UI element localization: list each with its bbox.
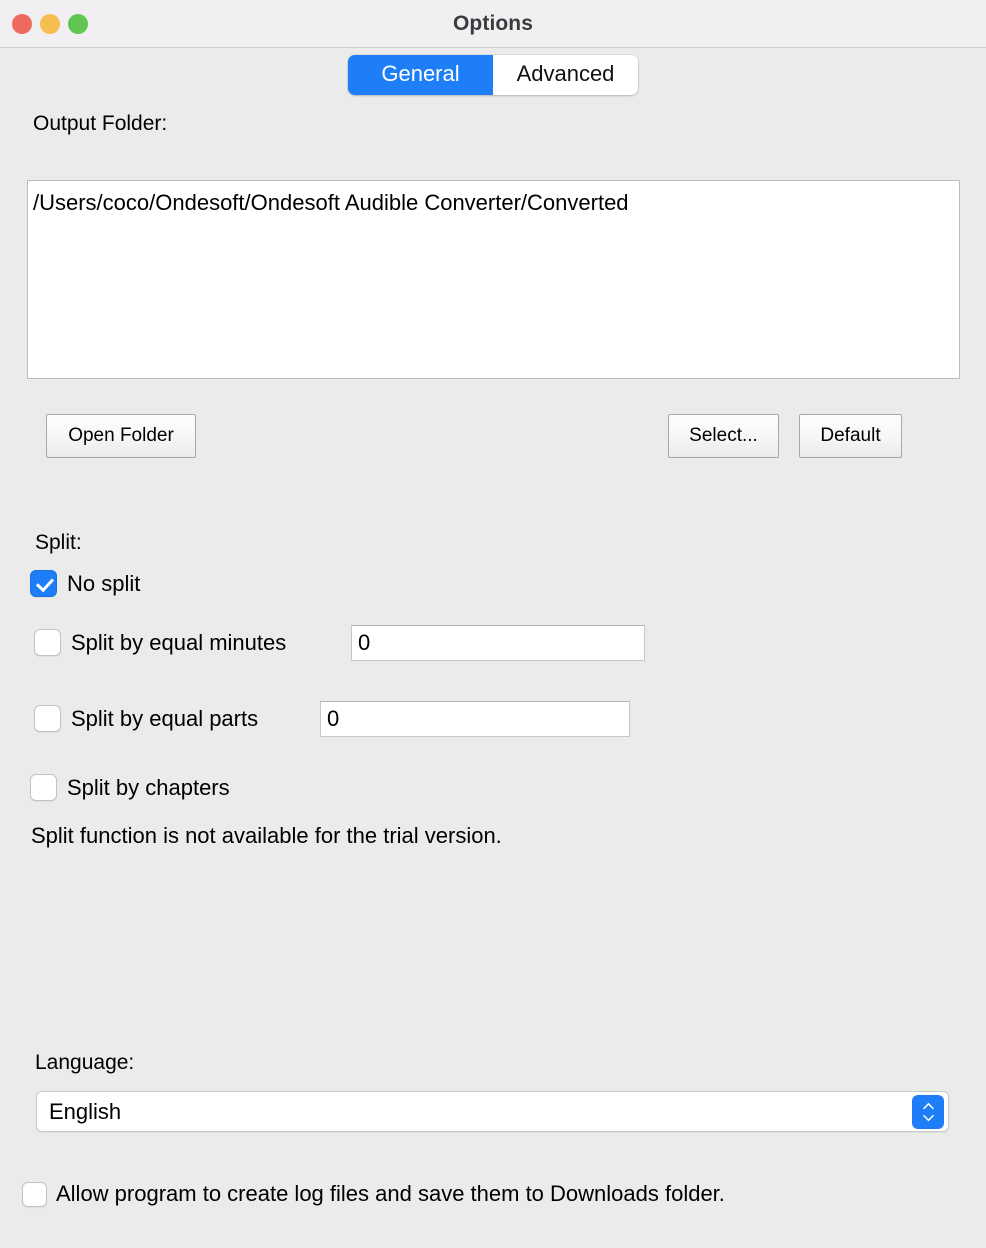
tab-general[interactable]: General	[348, 55, 493, 96]
checkbox-label-split-by-equal-minutes: Split by equal minutes	[71, 629, 287, 655]
checkbox-row-no-split[interactable]: No split	[30, 570, 140, 597]
close-window-button[interactable]	[12, 14, 32, 34]
checkbox-allow-log-files[interactable]	[22, 1181, 47, 1207]
split-parts-input[interactable]: 0	[320, 701, 630, 737]
maximize-window-button[interactable]	[68, 14, 88, 34]
traffic-light-group	[12, 0, 88, 48]
output-folder-path-field[interactable]: /Users/coco/Ondesoft/Ondesoft Audible Co…	[27, 180, 960, 379]
trial-version-note: Split function is not available for the …	[31, 823, 502, 848]
checkbox-label-split-by-equal-parts: Split by equal parts	[71, 705, 259, 731]
tab-bar: General Advanced	[0, 48, 986, 96]
checkbox-no-split[interactable]	[30, 570, 57, 597]
language-selected-value: English	[49, 1098, 122, 1124]
open-folder-button[interactable]: Open Folder	[46, 414, 196, 458]
checkbox-row-split-by-equal-minutes[interactable]: Split by equal minutes	[34, 629, 286, 656]
checkbox-label-no-split: No split	[67, 570, 141, 596]
checkbox-row-allow-log-files[interactable]: Allow program to create log files and sa…	[22, 1181, 725, 1207]
checkbox-split-by-chapters[interactable]	[30, 774, 57, 801]
checkbox-split-by-equal-parts[interactable]	[34, 705, 61, 732]
language-select[interactable]: English	[36, 1091, 949, 1132]
split-minutes-input[interactable]: 0	[351, 625, 645, 661]
checkbox-label-split-by-chapters: Split by chapters	[67, 774, 230, 800]
segmented-control: General Advanced	[348, 55, 638, 96]
default-folder-button[interactable]: Default	[799, 414, 902, 458]
minimize-window-button[interactable]	[40, 14, 60, 34]
checkbox-row-split-by-chapters[interactable]: Split by chapters	[30, 774, 230, 801]
window-title: Options	[452, 11, 534, 35]
language-label: Language:	[35, 1051, 135, 1074]
split-section-label: Split:	[35, 531, 82, 554]
output-folder-label: Output Folder:	[33, 112, 168, 135]
checkbox-row-split-by-equal-parts[interactable]: Split by equal parts	[34, 705, 258, 732]
chevron-up-down-icon[interactable]	[912, 1095, 944, 1129]
window-titlebar: Options	[0, 0, 986, 48]
tab-advanced[interactable]: Advanced	[493, 55, 638, 96]
select-folder-button[interactable]: Select...	[668, 414, 779, 458]
checkbox-label-allow-log-files: Allow program to create log files and sa…	[56, 1181, 725, 1206]
checkbox-split-by-equal-minutes[interactable]	[34, 629, 61, 656]
